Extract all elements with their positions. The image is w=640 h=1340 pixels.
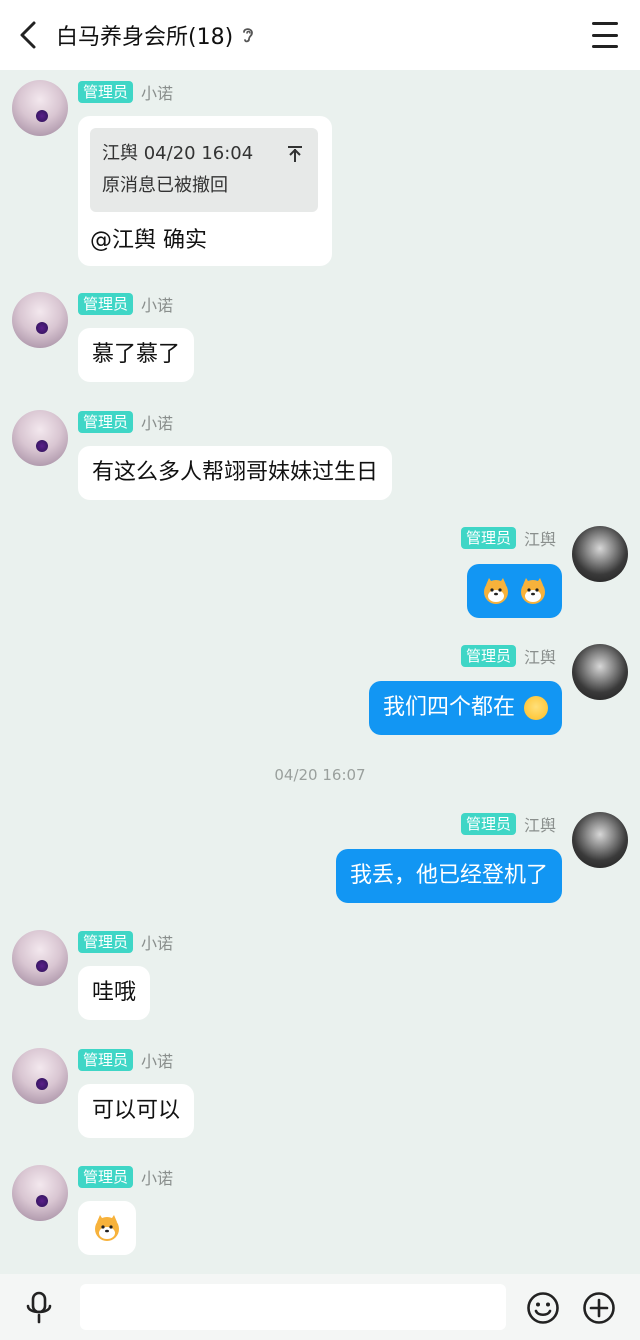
message-meta: 管理员 江舆 xyxy=(460,644,556,668)
avatar[interactable] xyxy=(572,644,628,700)
back-icon xyxy=(20,21,36,49)
message-bubble[interactable] xyxy=(78,1201,136,1255)
message-list[interactable]: 管理员 小诺 江舆 04/20 16:04 原消息已被撤回 @江舆 确实 管理员… xyxy=(0,70,640,1274)
message-text: 哇哦 xyxy=(92,980,137,1005)
avatar[interactable] xyxy=(12,292,68,348)
menu-icon xyxy=(592,22,618,25)
emoji-button[interactable] xyxy=(526,1291,560,1325)
message-meta: 管理员 江舆 xyxy=(460,526,556,550)
message-meta: 管理员 小诺 xyxy=(78,1048,173,1072)
admin-badge: 管理员 xyxy=(78,81,134,103)
admin-badge: 管理员 xyxy=(78,931,134,953)
jump-to-icon[interactable] xyxy=(286,142,304,174)
sender-name: 小诺 xyxy=(141,414,174,433)
quote-text: 原消息已被撤回 xyxy=(102,175,228,196)
avatar[interactable] xyxy=(12,80,68,136)
message-bubble[interactable]: 有这么多人帮翊哥妹妹过生日 xyxy=(78,446,393,500)
ear-icon xyxy=(241,25,255,45)
message-bubble[interactable]: 我丢，他已经登机了 xyxy=(335,849,562,903)
sender-name: 江舆 xyxy=(523,816,556,835)
admin-badge: 管理员 xyxy=(78,1049,134,1071)
message-text: 可以可以 xyxy=(92,1098,181,1123)
back-button[interactable] xyxy=(14,18,42,52)
message-bubble[interactable]: 可以可以 xyxy=(78,1084,195,1138)
sender-name: 小诺 xyxy=(141,1052,174,1071)
message-bubble[interactable] xyxy=(467,564,562,618)
avatar[interactable] xyxy=(12,410,68,466)
mic-icon xyxy=(26,1291,52,1324)
admin-badge: 管理员 xyxy=(460,813,516,835)
message-text: @江舆 确实 xyxy=(90,228,207,253)
quoted-message[interactable]: 江舆 04/20 16:04 原消息已被撤回 xyxy=(90,128,318,212)
admin-badge: 管理员 xyxy=(460,527,516,549)
avatar[interactable] xyxy=(572,526,628,582)
time-separator: 04/20 16:07 xyxy=(274,766,366,784)
sender-name: 小诺 xyxy=(141,934,174,953)
more-button[interactable] xyxy=(582,1291,616,1325)
admin-badge: 管理员 xyxy=(78,411,134,433)
dog-emoji-icon xyxy=(484,578,508,604)
message-bubble[interactable]: 江舆 04/20 16:04 原消息已被撤回 @江舆 确实 xyxy=(78,116,332,266)
quote-author-time: 江舆 04/20 16:04 xyxy=(102,143,254,164)
message-bubble[interactable]: 我们四个都在 xyxy=(368,681,562,735)
avatar[interactable] xyxy=(12,1165,68,1221)
message-meta: 管理员 小诺 xyxy=(78,930,173,954)
message-text: 慕了慕了 xyxy=(92,342,181,367)
message-meta: 管理员 江舆 xyxy=(460,812,556,836)
message-input[interactable] xyxy=(80,1284,506,1330)
sender-name: 小诺 xyxy=(141,1169,174,1188)
laugh-emoji-icon xyxy=(524,696,548,720)
message-meta: 管理员 小诺 xyxy=(78,410,173,434)
admin-badge: 管理员 xyxy=(78,293,134,315)
avatar[interactable] xyxy=(12,930,68,986)
dog-emoji-icon xyxy=(95,1215,119,1241)
message-text: 我们四个都在 xyxy=(382,695,515,720)
sender-name: 江舆 xyxy=(523,530,556,549)
smiley-icon xyxy=(527,1292,559,1324)
message-text: 有这么多人帮翊哥妹妹过生日 xyxy=(92,460,379,485)
dog-emoji-icon xyxy=(521,578,545,604)
admin-badge: 管理员 xyxy=(78,1166,134,1188)
avatar[interactable] xyxy=(12,1048,68,1104)
chat-title[interactable]: 白马养身会所(18) xyxy=(56,0,255,70)
avatar[interactable] xyxy=(572,812,628,868)
message-meta: 管理员 小诺 xyxy=(78,292,173,316)
message-text: 我丢，他已经登机了 xyxy=(349,863,548,888)
sender-name: 小诺 xyxy=(141,84,174,103)
menu-button[interactable] xyxy=(592,22,618,48)
admin-badge: 管理员 xyxy=(460,645,516,667)
message-meta: 管理员 小诺 xyxy=(78,1165,173,1189)
message-bubble[interactable]: 慕了慕了 xyxy=(78,328,195,382)
input-bar xyxy=(0,1274,640,1340)
message-bubble[interactable]: 哇哦 xyxy=(78,966,151,1020)
voice-button[interactable] xyxy=(24,1291,54,1325)
group-name: 白马养身会所(18) xyxy=(56,25,234,50)
message-meta: 管理员 小诺 xyxy=(78,80,173,104)
sender-name: 小诺 xyxy=(141,296,174,315)
chat-header: 白马养身会所(18) xyxy=(0,0,640,70)
plus-icon xyxy=(583,1292,615,1324)
sender-name: 江舆 xyxy=(523,648,556,667)
